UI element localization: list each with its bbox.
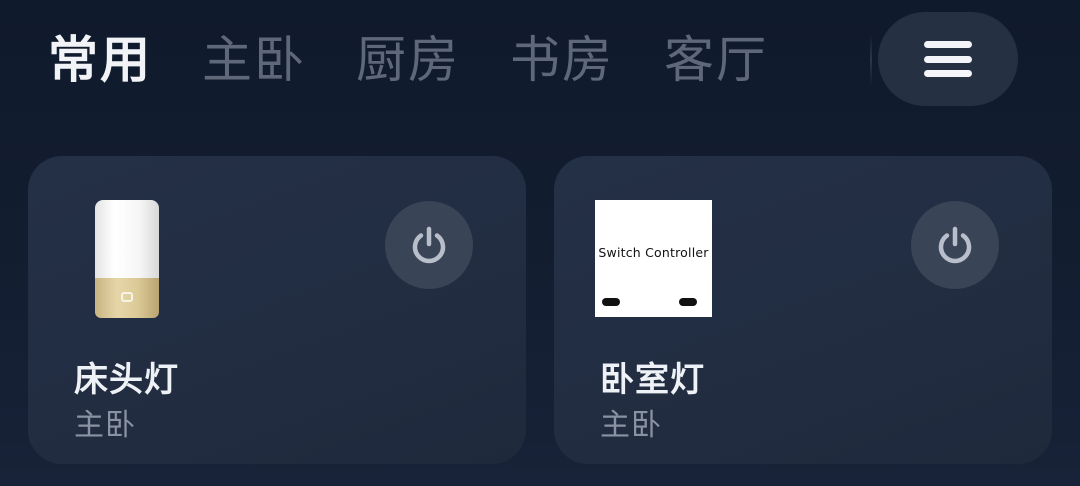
bedside-lamp-image	[95, 200, 159, 318]
device-card-bedroom-light[interactable]: Switch Controller 卧室灯 主卧	[554, 156, 1052, 464]
app-root: 常用 主卧 厨房 书房 客厅 床头灯 主卧 Switch Controller	[0, 0, 1080, 486]
power-icon	[412, 226, 446, 264]
device-name: 床头灯	[74, 360, 179, 400]
power-button[interactable]	[911, 201, 999, 289]
hamburger-menu-icon	[924, 41, 972, 77]
tab-living-room[interactable]: 客厅	[664, 20, 768, 100]
device-room: 主卧	[600, 408, 662, 443]
tab-divider	[870, 34, 872, 86]
tab-study[interactable]: 书房	[510, 20, 614, 100]
tab-kitchen[interactable]: 厨房	[356, 20, 460, 100]
device-card-bedside-lamp[interactable]: 床头灯 主卧	[28, 156, 526, 464]
menu-button[interactable]	[878, 12, 1018, 106]
tab-master-bedroom[interactable]: 主卧	[202, 20, 306, 100]
device-name: 卧室灯	[600, 360, 705, 400]
power-icon	[938, 226, 972, 264]
power-button[interactable]	[385, 201, 473, 289]
tab-common[interactable]: 常用	[48, 20, 152, 100]
device-room: 主卧	[74, 408, 136, 443]
switch-controller-image: Switch Controller	[595, 200, 712, 317]
room-tabs: 常用 主卧 厨房 书房 客厅	[48, 20, 818, 100]
switch-controller-label: Switch Controller	[598, 245, 709, 260]
